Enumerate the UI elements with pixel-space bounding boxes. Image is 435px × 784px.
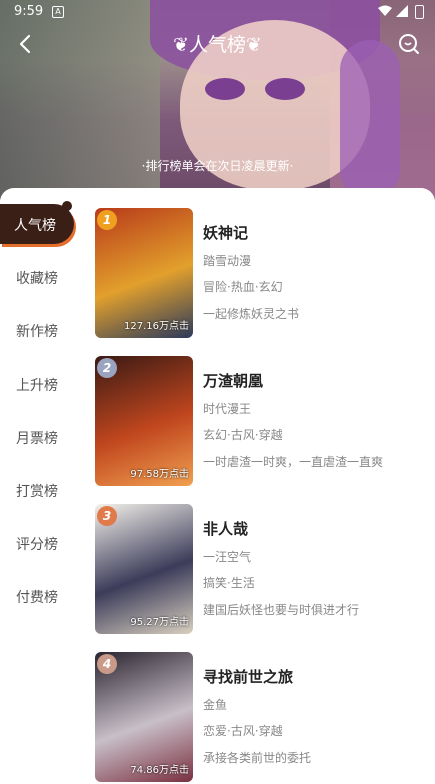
battery-icon (415, 5, 424, 19)
comic-tags: 恋爱·古风·穿越 (203, 724, 283, 738)
comic-cover[interactable]: 4 74.86万点击 (95, 652, 193, 782)
status-bar: 9:59 A (0, 0, 435, 24)
click-count: 95.27万点击 (130, 617, 189, 628)
sidebar-item-rising[interactable]: 上升榜 (16, 375, 58, 395)
search-icon[interactable] (397, 32, 421, 56)
comic-cover[interactable]: 2 97.58万点击 (95, 356, 193, 486)
comic-description: 一时虐渣一时爽，一直虐渣一直爽 (203, 455, 384, 469)
sidebar-item-rating[interactable]: 评分榜 (16, 534, 58, 554)
update-notice: ·排行榜单会在次日凌晨更新· (141, 159, 294, 173)
comic-title[interactable]: 万渣朝凰 (203, 370, 263, 391)
comic-tags: 冒险·热血·玄幻 (203, 280, 283, 294)
status-time: 9:59 (14, 4, 44, 19)
sidebar-item-favorites[interactable]: 收藏榜 (16, 268, 58, 288)
sidebar-item-tips[interactable]: 打赏榜 (16, 481, 58, 501)
comic-author: 一汪空气 (203, 550, 252, 564)
comic-cover[interactable]: 1 127.16万点击 (95, 208, 193, 338)
wing-right-icon: ❦ (246, 34, 262, 56)
wing-left-icon: ❦ (173, 34, 189, 56)
comic-description: 建国后妖怪也要与时俱进才行 (203, 603, 360, 617)
click-count: 97.58万点击 (130, 469, 189, 480)
rank-badge: 2 (97, 358, 117, 378)
comic-cover[interactable]: 3 95.27万点击 (95, 504, 193, 634)
list-item[interactable]: 4 74.86万点击 寻找前世之旅金鱼恋爱·古风·穿越承接各类前世的委托 (95, 652, 425, 784)
page-title: ❦人气榜❦ (173, 34, 262, 56)
sidebar-item-paid[interactable]: 付费榜 (16, 587, 58, 607)
list-item[interactable]: 1 127.16万点击 妖神记踏雪动漫冒险·热血·玄幻一起修炼妖灵之书 (95, 208, 425, 340)
notification-icon: A (52, 6, 64, 18)
comic-description: 承接各类前世的委托 (203, 751, 312, 765)
comic-author: 金鱼 (203, 698, 228, 712)
sidebar-item-new[interactable]: 新作榜 (16, 321, 58, 341)
comic-tags: 搞笑·生活 (203, 576, 255, 590)
rank-badge: 3 (97, 506, 117, 526)
hero-art-hair (340, 40, 400, 200)
cat-ear-icon (62, 201, 72, 211)
comic-tags: 玄幻·古风·穿越 (203, 428, 283, 442)
comic-author: 踏雪动漫 (203, 254, 252, 268)
list-item[interactable]: 3 95.27万点击 非人哉一汪空气搞笑·生活建国后妖怪也要与时俱进才行 (95, 504, 425, 636)
hero-art-eye (205, 78, 245, 100)
comic-description: 一起修炼妖灵之书 (203, 307, 300, 321)
hero-art-eye (265, 78, 305, 100)
sidebar-item-monthly-ticket[interactable]: 月票榜 (16, 428, 58, 448)
rank-badge: 4 (97, 654, 117, 674)
click-count: 74.86万点击 (130, 765, 189, 776)
sidebar-item-popularity[interactable]: 人气榜 (0, 201, 74, 244)
comic-title[interactable]: 寻找前世之旅 (203, 666, 293, 687)
comic-author: 时代漫王 (203, 402, 252, 416)
wifi-icon (378, 5, 392, 16)
rank-badge: 1 (97, 210, 117, 230)
comic-title[interactable]: 非人哉 (203, 518, 248, 539)
click-count: 127.16万点击 (124, 321, 189, 332)
list-item[interactable]: 2 97.58万点击 万渣朝凰时代漫王玄幻·古风·穿越一时虐渣一时爽，一直虐渣一直爽 (95, 356, 425, 488)
signal-icon (396, 5, 408, 17)
comic-title[interactable]: 妖神记 (203, 222, 248, 243)
sidebar-item-label: 人气榜 (14, 218, 56, 234)
back-arrow-icon[interactable] (14, 32, 38, 56)
